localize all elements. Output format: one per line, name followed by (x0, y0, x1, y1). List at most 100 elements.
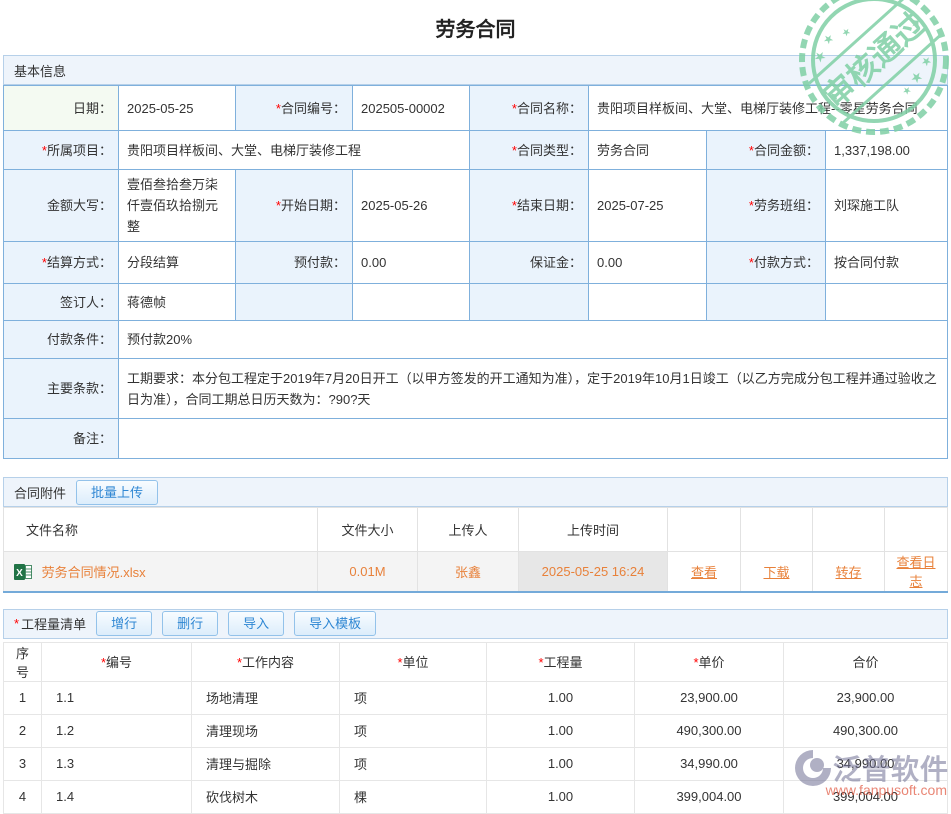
boq-code: 1.4 (42, 780, 192, 813)
boq-code: 1.2 (42, 714, 192, 747)
field-main-terms-value: 工期要求：本分包工程定于2019年7月20日开工（以甲方签发的开工通知为准），定… (119, 359, 948, 419)
field-labor-team-value: 刘琛施工队 (826, 170, 948, 242)
empty-value-cell (826, 284, 948, 321)
attachments-header-row: 文件名称 文件大小 上传人 上传时间 (4, 508, 948, 552)
basic-info-section-header: 基本信息 (3, 55, 948, 85)
add-row-button[interactable]: 增行 (96, 611, 152, 636)
field-contract-type-value: 劳务合同 (589, 131, 707, 170)
boq-qty: 1.00 (487, 747, 635, 780)
basic-info-section-title: 基本信息 (14, 61, 66, 80)
boq-section-header: * 工程量清单 增行 删行 导入 导入模板 (3, 609, 948, 639)
field-settlement-label: *结算方式： (4, 242, 119, 284)
import-button[interactable]: 导入 (228, 611, 284, 636)
page-title: 劳务合同 (0, 0, 951, 55)
boq-content: 砍伐树木 (192, 780, 340, 813)
field-end-date-label: *结束日期： (470, 170, 589, 242)
field-remark-value (119, 419, 948, 459)
col-unit-price: *单价 (635, 642, 784, 681)
field-deposit-label: 保证金： (470, 242, 589, 284)
col-unit: *单位 (340, 642, 487, 681)
boq-price: 23,900.00 (635, 681, 784, 714)
field-date-label: 日期： (4, 86, 119, 131)
field-amount-value: 1,337,198.00 (826, 131, 948, 170)
batch-upload-button[interactable]: 批量上传 (76, 480, 158, 505)
boq-content: 清理现场 (192, 714, 340, 747)
boq-content: 场地清理 (192, 681, 340, 714)
empty-label-cell (707, 284, 826, 321)
view-link[interactable]: 查看 (691, 565, 717, 580)
boq-unit: 项 (340, 747, 487, 780)
boq-row: 4 1.4 砍伐树木 棵 1.00 399,004.00 399,004.00 (4, 780, 948, 813)
attachments-section-header: 合同附件 批量上传 (3, 477, 948, 507)
field-signer-label: 签订人： (4, 284, 119, 321)
col-action (741, 508, 813, 552)
boq-unit: 项 (340, 714, 487, 747)
field-prepay-value: 0.00 (353, 242, 470, 284)
boq-qty: 1.00 (487, 780, 635, 813)
field-contract-name-value: 贵阳项目样板间、大堂、电梯厅装修工程--零星劳务合同 (589, 86, 948, 131)
svg-text:X: X (16, 568, 23, 579)
col-quantity: *工程量 (487, 642, 635, 681)
boq-seq: 3 (4, 747, 42, 780)
col-action (885, 508, 948, 552)
attachment-file-size: 0.01M (318, 552, 418, 592)
field-signer-value: 蒋德帧 (119, 284, 236, 321)
boq-unit: 棵 (340, 780, 487, 813)
field-pay-type-label: *付款方式： (707, 242, 826, 284)
field-deposit-value: 0.00 (589, 242, 707, 284)
boq-unit: 项 (340, 681, 487, 714)
delete-row-button[interactable]: 删行 (162, 611, 218, 636)
boq-seq: 4 (4, 780, 42, 813)
field-start-date-value: 2025-05-26 (353, 170, 470, 242)
attachment-upload-time: 2025-05-25 16:24 (519, 552, 668, 592)
attachment-row: X 劳务合同情况.xlsx 0.01M 张鑫 2025-05-25 16:24 … (4, 552, 948, 592)
col-total-price: 合价 (784, 642, 948, 681)
boq-price: 34,990.00 (635, 747, 784, 780)
field-contract-type-label: *合同类型： (470, 131, 589, 170)
field-pay-condition-label: 付款条件： (4, 321, 119, 359)
field-project-value: 贵阳项目样板间、大堂、电梯厅装修工程 (119, 131, 470, 170)
field-contract-name-label: *合同名称： (470, 86, 589, 131)
boq-total: 23,900.00 (784, 681, 948, 714)
boq-row: 2 1.2 清理现场 项 1.00 490,300.00 490,300.00 (4, 714, 948, 747)
field-labor-team-label: *劳务班组： (707, 170, 826, 242)
attachment-file-cell: X 劳务合同情况.xlsx (4, 552, 318, 592)
col-uploader: 上传人 (418, 508, 519, 552)
field-amount-cn-label: 金额大写： (4, 170, 119, 242)
field-prepay-label: 预付款： (236, 242, 353, 284)
field-pay-condition-value: 预付款20% (119, 321, 948, 359)
boq-code: 1.3 (42, 747, 192, 780)
field-contract-no-value: 202505-00002 (353, 86, 470, 131)
transfer-link[interactable]: 转存 (835, 565, 861, 580)
download-link[interactable]: 下载 (763, 565, 789, 580)
col-file-name: 文件名称 (4, 508, 318, 552)
field-main-terms-label: 主要条款： (4, 359, 119, 419)
boq-section-title: 工程量清单 (21, 614, 86, 633)
boq-content: 清理与掘除 (192, 747, 340, 780)
boq-price: 399,004.00 (635, 780, 784, 813)
boq-code: 1.1 (42, 681, 192, 714)
view-log-link[interactable]: 查看日志 (896, 555, 935, 589)
empty-value-cell (589, 284, 707, 321)
field-contract-no-label: *合同编号： (236, 86, 353, 131)
boq-qty: 1.00 (487, 681, 635, 714)
boq-required-star: * (14, 616, 19, 631)
boq-price: 490,300.00 (635, 714, 784, 747)
field-settlement-value: 分段结算 (119, 242, 236, 284)
boq-table: 序号 *编号 *工作内容 *单位 *工程量 *单价 合价 1 1.1 场地清理 … (3, 642, 948, 814)
boq-total: 34,990.00 (784, 747, 948, 780)
boq-row: 3 1.3 清理与掘除 项 1.00 34,990.00 34,990.00 (4, 747, 948, 780)
field-amount-label: *合同金额： (707, 131, 826, 170)
boq-total: 490,300.00 (784, 714, 948, 747)
col-work-content: *工作内容 (192, 642, 340, 681)
col-file-size: 文件大小 (318, 508, 418, 552)
attachment-uploader: 张鑫 (418, 552, 519, 592)
field-amount-cn-value: 壹佰叁拾叁万柒仟壹佰玖拾捌元整 (119, 170, 236, 242)
field-date-value: 2025-05-25 (119, 86, 236, 131)
import-template-button[interactable]: 导入模板 (294, 611, 376, 636)
empty-label-cell (470, 284, 589, 321)
field-project-label: *所属项目： (4, 131, 119, 170)
field-pay-type-value: 按合同付款 (826, 242, 948, 284)
attachment-file-name[interactable]: 劳务合同情况.xlsx (42, 565, 146, 580)
empty-value-cell (353, 284, 470, 321)
